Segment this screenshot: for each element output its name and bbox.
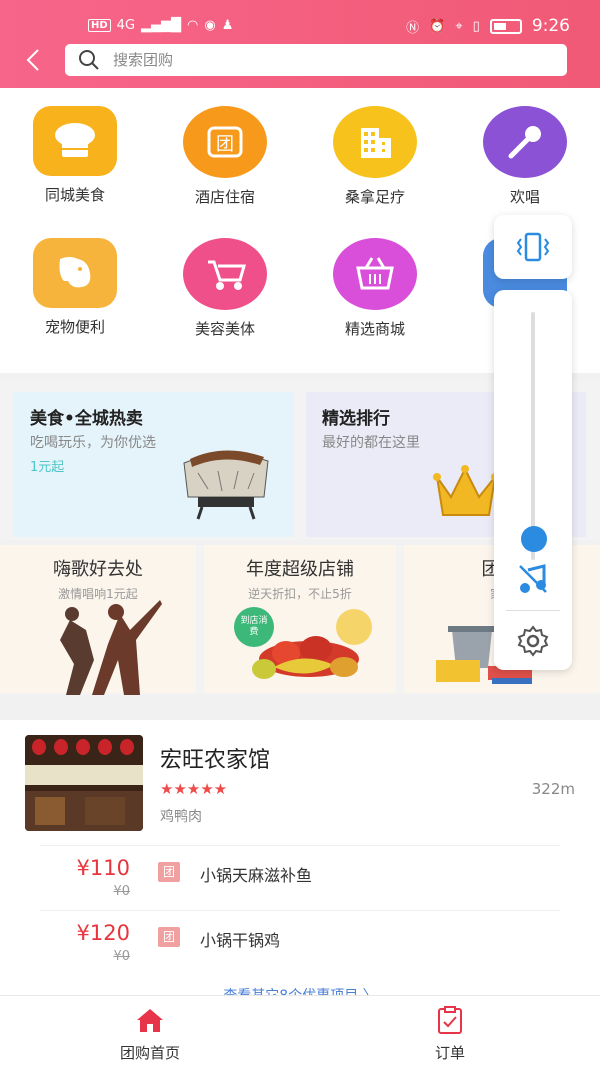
vibrate-icon bbox=[516, 232, 550, 262]
promo-title: 年度超级店铺 bbox=[246, 559, 354, 580]
home-icon bbox=[137, 1009, 163, 1032]
banner-title: 精选排行 bbox=[322, 409, 390, 429]
back-button[interactable] bbox=[20, 46, 48, 74]
promo-subtitle: 逆天折扣，不止5折 bbox=[248, 587, 352, 601]
promo-karaoke[interactable]: 嗨歌好去处 激情唱响1元起 bbox=[0, 545, 196, 695]
status-bar: HD 4G ▂▄▆█ ◠ ◉ ♟ Ⓝ ⏰ ⌖ ▯ 9:26 bbox=[0, 14, 600, 44]
category-karaoke[interactable]: 欢唱 bbox=[460, 106, 590, 207]
volume-panel bbox=[494, 290, 572, 670]
qq-icon: ♟ bbox=[221, 18, 234, 33]
promo-title: 嗨歌好去处 bbox=[53, 559, 143, 580]
search-bar[interactable] bbox=[65, 44, 567, 76]
category-mall[interactable]: 精选商城 bbox=[310, 238, 440, 339]
fruit-image bbox=[252, 609, 372, 679]
singers-image bbox=[60, 600, 162, 695]
stroller-icon bbox=[183, 238, 267, 310]
search-input[interactable] bbox=[113, 51, 513, 69]
location-icon: ⌖ bbox=[455, 18, 463, 34]
shop-photo bbox=[25, 735, 143, 831]
deal-name: 小锅干锅鸡 bbox=[200, 931, 281, 950]
search-icon bbox=[79, 50, 99, 70]
category-label: 同城美食 bbox=[44, 186, 105, 204]
microphone-icon bbox=[483, 106, 567, 178]
tab-orders[interactable]: 订单 bbox=[390, 1006, 510, 1063]
category-hotel[interactable]: 团 酒店住宿 bbox=[160, 106, 290, 207]
tuan-icon: 团 bbox=[183, 106, 267, 178]
chevron-left-icon bbox=[26, 49, 39, 71]
category-food[interactable]: 同城美食 bbox=[10, 106, 140, 205]
category-beauty[interactable]: 美容美体 bbox=[160, 238, 290, 339]
deal-price: ¥120 bbox=[76, 921, 130, 945]
status-time: 9:26 bbox=[531, 16, 570, 36]
volume-slider-track[interactable] bbox=[531, 312, 535, 560]
deal-original-price: ¥0 bbox=[113, 884, 130, 899]
category-label: 精选商城 bbox=[344, 320, 405, 338]
rating-stars: ★★★★★ bbox=[160, 780, 228, 798]
category-label: 酒店住宿 bbox=[194, 188, 255, 206]
shop-card[interactable]: 宏旺农家馆 ★★★★★ 鸡鸭肉 322m ¥110 ¥0 团 小锅天麻滋补鱼 ¥… bbox=[0, 720, 600, 1004]
category-pet[interactable]: 宠物便利 bbox=[10, 238, 140, 337]
shop-category: 鸡鸭肉 bbox=[160, 809, 202, 825]
alarm-icon: ⏰ bbox=[429, 18, 446, 34]
volume-divider bbox=[506, 610, 560, 611]
deal-original-price: ¥0 bbox=[113, 949, 130, 964]
promo-super-store[interactable]: 年度超级店铺 逆天折扣，不止5折 到店消费 bbox=[204, 545, 396, 693]
header: HD 4G ▂▄▆█ ◠ ◉ ♟ Ⓝ ⏰ ⌖ ▯ 9:26 bbox=[0, 0, 600, 88]
banner-title: 美食•全城热卖 bbox=[30, 409, 143, 429]
tab-home[interactable]: 团购首页 bbox=[90, 1006, 210, 1063]
category-label: 美容美体 bbox=[194, 320, 255, 338]
app-notification-icon: ◉ bbox=[204, 18, 216, 33]
signal-icon: ▂▄▆█ bbox=[141, 18, 182, 33]
category-label: 桑拿足疗 bbox=[344, 188, 405, 206]
tab-label: 订单 bbox=[434, 1044, 465, 1062]
grill-image bbox=[183, 450, 269, 520]
category-sauna[interactable]: 桑拿足疗 bbox=[310, 106, 440, 207]
banner-subtitle: 最好的都在这里 bbox=[322, 435, 420, 451]
order-icon bbox=[438, 1006, 462, 1034]
deal-item[interactable]: ¥120 ¥0 团 小锅干锅鸡 bbox=[40, 910, 560, 972]
vibrate-icon: ▯ bbox=[472, 18, 480, 34]
music-muted-icon[interactable] bbox=[516, 562, 550, 596]
dog-icon bbox=[33, 238, 117, 308]
network-label: 4G bbox=[116, 18, 136, 33]
shop-name: 宏旺农家馆 bbox=[160, 748, 271, 773]
shop-distance: 322m bbox=[531, 780, 575, 798]
battery-icon bbox=[489, 18, 522, 34]
tab-label: 团购首页 bbox=[119, 1044, 180, 1062]
category-label: 欢唱 bbox=[509, 188, 540, 206]
tab-bar: 团购首页 订单 bbox=[0, 995, 600, 1067]
nfc-icon: Ⓝ bbox=[406, 20, 420, 36]
wifi-icon: ◠ bbox=[187, 18, 199, 33]
volume-slider-knob[interactable] bbox=[521, 526, 547, 552]
deal-name: 小锅天麻滋补鱼 bbox=[200, 866, 313, 885]
banner-subtitle: 吃喝玩乐，为你优选 bbox=[30, 435, 156, 451]
deal-item[interactable]: ¥110 ¥0 团 小锅天麻滋补鱼 bbox=[40, 845, 560, 907]
svg-text:团: 团 bbox=[216, 134, 234, 155]
banner-price: 1元起 bbox=[30, 460, 65, 475]
crown-image bbox=[433, 465, 499, 516]
tuan-badge: 团 bbox=[158, 927, 180, 947]
tuan-badge: 团 bbox=[158, 862, 180, 882]
gear-icon[interactable] bbox=[516, 624, 550, 658]
hd-badge: HD bbox=[88, 19, 111, 32]
building-icon bbox=[333, 106, 417, 178]
chef-hat-icon bbox=[33, 106, 117, 176]
deal-price: ¥110 bbox=[76, 856, 130, 880]
banner-food[interactable]: 美食•全城热卖 吃喝玩乐，为你优选 1元起 bbox=[14, 392, 294, 537]
vibrate-toggle[interactable] bbox=[494, 215, 572, 279]
category-label: 宠物便利 bbox=[44, 318, 105, 336]
basket-icon bbox=[333, 238, 417, 310]
